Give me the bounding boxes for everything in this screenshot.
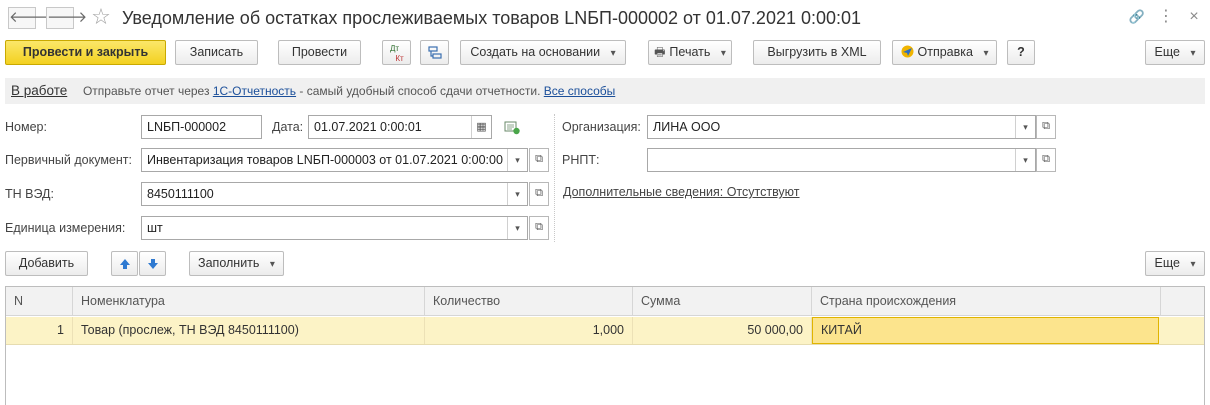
open-icon: ⧉ xyxy=(535,153,543,165)
more-actions-button[interactable]: Еще xyxy=(1145,40,1205,65)
post-button[interactable]: Провести xyxy=(278,40,361,65)
chevron-down-icon[interactable]: ▾ xyxy=(1015,149,1035,171)
open-icon: ⧉ xyxy=(1042,120,1050,132)
table-row[interactable]: 1 Товар (прослеж, ТН ВЭД 8450111100) 1,0… xyxy=(6,317,1204,345)
dt-kt-button[interactable]: Дт Кт xyxy=(382,40,411,65)
column-header-quantity[interactable]: Количество xyxy=(425,287,633,316)
organization-value: ЛИНА ООО xyxy=(653,120,721,134)
open-unit-button[interactable]: ⧉ xyxy=(529,216,549,240)
primary-document-label: Первичный документ: xyxy=(5,153,132,167)
move-up-button[interactable] xyxy=(111,251,138,276)
date-field[interactable]: 01.07.2021 0:00:01 ▦ xyxy=(308,115,492,139)
all-methods-link[interactable]: Все способы xyxy=(544,84,616,98)
organization-field[interactable]: ЛИНА ООО ▾ xyxy=(647,115,1036,139)
fill-label: Заполнить xyxy=(198,256,260,270)
status-link[interactable]: В работе xyxy=(11,83,67,98)
send-button[interactable]: Отправка xyxy=(892,40,997,65)
send-label: Отправка xyxy=(917,45,973,59)
column-header-sum[interactable]: Сумма xyxy=(633,287,812,316)
open-organization-button[interactable]: ⧉ xyxy=(1036,115,1056,139)
add-row-button[interactable]: Добавить xyxy=(5,251,88,276)
column-header-item[interactable]: Номенклатура xyxy=(73,287,425,316)
document-flow-icon[interactable] xyxy=(503,118,521,136)
date-label: Дата: xyxy=(272,120,304,134)
table-header: N Номенклатура Количество Сумма Страна п… xyxy=(6,287,1204,316)
date-value: 01.07.2021 0:00:01 xyxy=(314,120,422,134)
info-text-before: Отправьте отчет через xyxy=(82,84,210,98)
more-actions-label: Еще xyxy=(1154,45,1180,59)
arrow-up-icon xyxy=(119,259,130,269)
help-button[interactable]: ? xyxy=(1007,40,1035,65)
back-arrow-icon: 🡐 xyxy=(9,9,50,26)
close-icon[interactable]: × xyxy=(1185,8,1203,26)
back-button[interactable]: 🡐 xyxy=(8,7,49,29)
cell-country[interactable]: КИТАЙ xyxy=(812,317,1159,344)
table-more-button[interactable]: Еще xyxy=(1145,251,1205,276)
table-more-label: Еще xyxy=(1154,256,1180,270)
structure-button[interactable] xyxy=(420,40,449,65)
open-icon: ⧉ xyxy=(535,187,543,199)
1c-reporting-link[interactable]: 1С-Отчетность xyxy=(213,84,296,98)
open-icon: ⧉ xyxy=(535,221,543,233)
post-and-close-button[interactable]: Провести и закрыть xyxy=(5,40,166,65)
open-primary-document-button[interactable]: ⧉ xyxy=(529,148,549,172)
tnved-label: ТН ВЭД: xyxy=(5,187,54,201)
chevron-down-icon[interactable]: ▾ xyxy=(507,183,527,205)
cell-item[interactable]: Товар (прослеж, ТН ВЭД 8450111100) xyxy=(73,317,425,344)
structure-icon xyxy=(427,46,442,59)
create-based-on-label: Создать на основании xyxy=(470,45,601,59)
open-rnpt-button[interactable]: ⧉ xyxy=(1036,148,1056,172)
info-text-after: - самый удобный способ сдачи отчетности. xyxy=(299,84,541,98)
number-field[interactable]: LNБП-000002 xyxy=(141,115,262,139)
save-button[interactable]: Записать xyxy=(175,40,258,65)
primary-document-value: Инвентаризация товаров LNБП-000003 от 01… xyxy=(147,153,503,167)
unit-label: Единица измерения: xyxy=(5,221,126,235)
create-based-on-button[interactable]: Создать на основании xyxy=(460,40,626,65)
cell-n[interactable]: 1 xyxy=(6,317,73,344)
column-header-country[interactable]: Страна происхождения xyxy=(812,287,1161,316)
info-bar: В работе Отправьте отчет через 1С-Отчетн… xyxy=(5,78,1205,104)
chevron-down-icon[interactable]: ▾ xyxy=(1015,116,1035,138)
forward-button[interactable]: 🡒 xyxy=(46,7,87,29)
cell-sum[interactable]: 50 000,00 xyxy=(633,317,812,344)
arrow-down-icon xyxy=(147,259,158,269)
column-header-n[interactable]: N xyxy=(6,287,73,316)
page-title: Уведомление об остатках прослеживаемых т… xyxy=(122,8,862,28)
goods-table[interactable]: N Номенклатура Количество Сумма Страна п… xyxy=(5,286,1205,405)
dt-label: Дт xyxy=(389,44,400,53)
print-label: Печать xyxy=(669,45,711,59)
calendar-icon[interactable]: ▦ xyxy=(471,116,491,138)
unit-value: шт xyxy=(147,221,163,235)
print-button[interactable]: 🖶 Печать xyxy=(648,40,732,65)
rnpt-label: РНПТ: xyxy=(562,153,600,167)
fill-button[interactable]: Заполнить xyxy=(189,251,284,276)
primary-document-field[interactable]: Инвентаризация товаров LNБП-000003 от 01… xyxy=(141,148,528,172)
star-icon[interactable]: ☆ xyxy=(89,5,113,29)
kt-label: Кт xyxy=(395,54,404,63)
more-icon[interactable]: ⋮ xyxy=(1157,8,1175,26)
chevron-down-icon[interactable]: ▾ xyxy=(507,217,527,239)
number-label: Номер: xyxy=(5,120,47,134)
column-divider xyxy=(554,114,555,242)
cell-quantity[interactable]: 1,000 xyxy=(425,317,633,344)
open-icon: ⧉ xyxy=(1042,153,1050,165)
move-down-button[interactable] xyxy=(139,251,166,276)
chevron-down-icon[interactable]: ▾ xyxy=(507,149,527,171)
export-xml-button[interactable]: Выгрузить в XML xyxy=(753,40,881,65)
tnved-field[interactable]: 8450111100 ▾ xyxy=(141,182,528,206)
unit-field[interactable]: шт ▾ xyxy=(141,216,528,240)
rnpt-field[interactable]: ▾ xyxy=(647,148,1036,172)
open-tnved-button[interactable]: ⧉ xyxy=(529,182,549,206)
link-icon[interactable]: 🔗 xyxy=(1128,8,1146,26)
organization-label: Организация: xyxy=(562,120,641,134)
tnved-value: 8450111100 xyxy=(147,187,214,201)
printer-icon: 🖶 xyxy=(654,45,666,59)
send-icon xyxy=(901,45,913,58)
forward-arrow-icon: 🡒 xyxy=(47,9,88,26)
additional-info-link[interactable]: Дополнительные сведения: Отсутствуют xyxy=(563,181,800,203)
